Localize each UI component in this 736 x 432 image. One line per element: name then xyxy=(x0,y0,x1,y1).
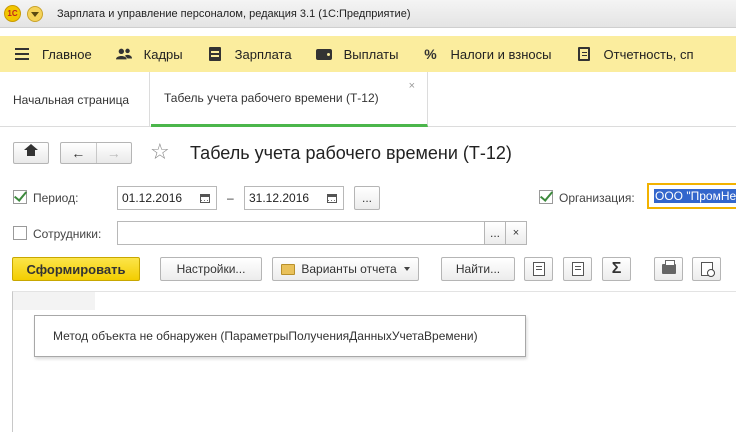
preview-button[interactable] xyxy=(692,257,721,281)
employees-label: Сотрудники: xyxy=(33,227,102,241)
reports-icon xyxy=(576,46,592,62)
section-payments-label: Выплаты xyxy=(343,46,399,62)
navigation-group: ← → xyxy=(60,142,132,164)
chevron-down-icon xyxy=(403,267,410,271)
back-arrow-icon[interactable]: ← xyxy=(61,143,97,163)
percent-icon: % xyxy=(424,46,437,62)
tab-timesheet[interactable]: Табель учета рабочего времени (Т-12) × xyxy=(151,72,428,127)
period-separator: – xyxy=(227,191,234,205)
page-title: Табель учета рабочего времени (Т-12) xyxy=(190,143,512,163)
section-salary[interactable]: Зарплата xyxy=(193,36,302,72)
calendar-icon[interactable] xyxy=(323,189,341,207)
employees-input[interactable] xyxy=(117,221,485,245)
calendar-icon[interactable] xyxy=(196,189,214,207)
period-from-value: 01.12.2016 xyxy=(122,191,183,205)
printer-icon xyxy=(661,260,676,274)
section-personnel[interactable]: Кадры xyxy=(102,36,193,72)
report-area[interactable] xyxy=(12,291,736,432)
section-personnel-label: Кадры xyxy=(143,46,183,62)
folder-icon xyxy=(281,263,296,275)
section-taxes-label: Налоги и взносы xyxy=(450,46,552,62)
tab-bar: Начальная страница Табель учета рабочего… xyxy=(0,72,736,127)
print-button[interactable] xyxy=(654,257,683,281)
home-icon xyxy=(24,143,38,159)
employees-checkbox[interactable] xyxy=(13,226,27,240)
main-menu-chevron-icon[interactable] xyxy=(27,5,43,22)
period-checkbox[interactable] xyxy=(13,190,27,204)
period-from-field[interactable]: 01.12.2016 xyxy=(117,186,217,210)
section-reports-label: Отчетность, сп xyxy=(603,46,694,62)
forward-arrow-icon[interactable]: → xyxy=(97,143,132,163)
report-variants-label: Варианты отчета xyxy=(301,262,397,276)
report-header-cell xyxy=(13,292,95,310)
period-to-field[interactable]: 31.12.2016 xyxy=(244,186,344,210)
section-panel: Главное Кадры Зарплата Выплаты % Налоги … xyxy=(0,36,736,72)
section-salary-label: Зарплата xyxy=(234,46,292,62)
copy-document-icon xyxy=(532,262,545,276)
error-message-text: Метод объекта не обнаружен (ПараметрыПол… xyxy=(53,329,478,343)
sigma-icon: Σ xyxy=(611,260,622,277)
people-icon xyxy=(115,46,132,62)
clear-icon[interactable]: × xyxy=(505,221,527,245)
tab-timesheet-label: Табель учета рабочего времени (Т-12) xyxy=(164,91,379,105)
paste-report-button[interactable] xyxy=(563,257,592,281)
close-icon[interactable]: × xyxy=(409,80,415,92)
paste-document-icon xyxy=(571,262,584,276)
settings-button[interactable]: Настройки... xyxy=(160,257,262,281)
copy-report-button[interactable] xyxy=(524,257,553,281)
organization-label: Организация: xyxy=(559,191,635,205)
tab-home-label: Начальная страница xyxy=(13,92,130,107)
tab-home[interactable]: Начальная страница xyxy=(0,72,150,127)
employees-select-button[interactable]: ... xyxy=(484,221,506,245)
window-title: Зарплата и управление персоналом, редакц… xyxy=(57,7,411,20)
print-preview-icon xyxy=(700,262,715,277)
wallet-icon xyxy=(315,46,332,62)
generate-button[interactable]: Сформировать xyxy=(12,257,140,281)
menu-icon xyxy=(14,46,30,62)
section-payments[interactable]: Выплаты xyxy=(302,36,409,72)
organization-value: ООО "ПромНе xyxy=(654,189,736,203)
report-variants-button[interactable]: Варианты отчета xyxy=(272,257,419,281)
error-message: Метод объекта не обнаружен (ПараметрыПол… xyxy=(34,315,526,357)
sum-button[interactable]: Σ xyxy=(602,257,631,281)
organization-input[interactable]: ООО "ПромНе xyxy=(647,183,736,209)
window-titlebar: 1С Зарплата и управление персоналом, ред… xyxy=(0,0,736,28)
calculator-icon xyxy=(207,46,223,62)
section-reports[interactable]: Отчетность, сп xyxy=(562,36,704,72)
period-to-value: 31.12.2016 xyxy=(249,191,310,205)
app-logo-icon[interactable]: 1С xyxy=(4,5,21,22)
period-select-button[interactable]: ... xyxy=(354,186,380,210)
organization-checkbox[interactable] xyxy=(539,190,553,204)
favorite-star-icon[interactable]: ☆ xyxy=(150,140,170,164)
section-main[interactable]: Главное xyxy=(0,36,102,72)
section-main-label: Главное xyxy=(42,46,92,62)
find-button[interactable]: Найти... xyxy=(441,257,515,281)
home-button[interactable] xyxy=(13,142,49,164)
section-taxes[interactable]: % Налоги и взносы xyxy=(408,36,561,72)
period-label: Период: xyxy=(33,191,79,205)
